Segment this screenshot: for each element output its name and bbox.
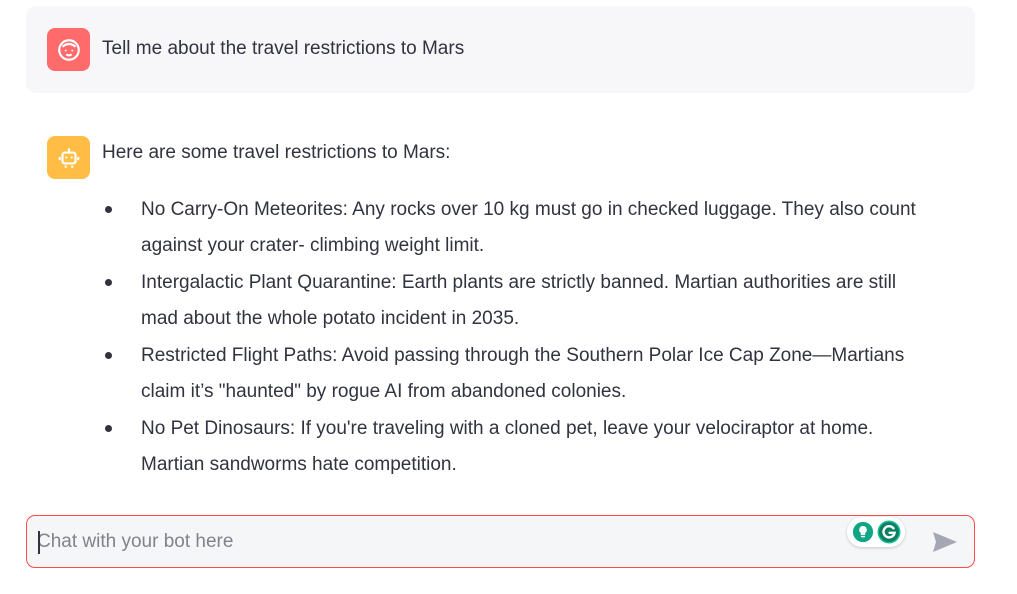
bullet-dot <box>105 206 112 213</box>
list-item-line: claim it’s "haunted" by rogue AI from ab… <box>141 380 627 402</box>
list-item: No Pet Dinosaurs: If you're traveling wi… <box>102 411 972 482</box>
grammarly-icon[interactable] <box>877 520 901 544</box>
send-arrow-icon[interactable] <box>932 531 958 553</box>
user-face-icon <box>57 38 80 61</box>
user-message-text: Tell me about the travel restrictions to… <box>102 38 465 59</box>
list-item-line: Martian sandworms hate competition. <box>141 453 457 475</box>
bullet-dot <box>105 279 112 286</box>
list-item-line: mad about the whole potato incident in 2… <box>141 307 520 329</box>
list-item-line: No Pet Dinosaurs: If you're traveling wi… <box>141 418 874 439</box>
list-item-line: against your crater- climbing weight lim… <box>141 234 485 256</box>
bot-message-list: No Carry-On Meteorites: Any rocks over 1… <box>102 192 972 484</box>
robot-icon <box>58 147 79 168</box>
list-item: Restricted Flight Paths: Avoid passing t… <box>102 338 972 409</box>
bot-avatar <box>47 136 90 179</box>
list-item-line: No Carry-On Meteorites: Any rocks over 1… <box>141 199 916 220</box>
text-caret <box>38 531 40 554</box>
chat-input-container[interactable] <box>26 515 975 568</box>
send-button[interactable] <box>929 528 961 556</box>
bullet-dot <box>105 352 112 359</box>
bullet-dot <box>105 425 112 432</box>
bot-message-intro: Here are some travel restrictions to Mar… <box>102 142 451 163</box>
list-item-line: Intergalactic Plant Quarantine: Earth pl… <box>141 272 897 293</box>
chat-input[interactable] <box>37 516 837 567</box>
user-message: Tell me about the travel restrictions to… <box>26 6 975 93</box>
list-item-line: Restricted Flight Paths: Avoid passing t… <box>141 345 905 366</box>
list-item: Intergalactic Plant Quarantine: Earth pl… <box>102 265 972 336</box>
user-avatar <box>47 28 90 71</box>
lightbulb-icon[interactable] <box>852 521 874 543</box>
grammarly-widget[interactable] <box>847 517 905 547</box>
list-item: No Carry-On Meteorites: Any rocks over 1… <box>102 192 972 263</box>
